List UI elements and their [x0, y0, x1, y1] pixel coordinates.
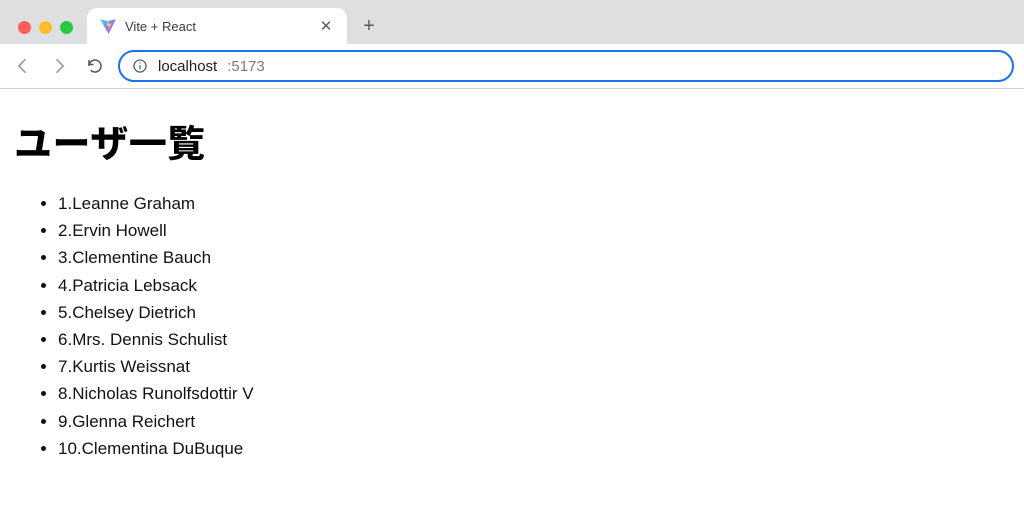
user-list: 1.Leanne Graham2.Ervin Howell3.Clementin…: [14, 190, 1010, 462]
nav-forward-button[interactable]: [46, 53, 72, 79]
user-id: 5: [58, 303, 67, 322]
user-id: 9: [58, 412, 67, 431]
browser-toolbar: localhost :5173: [0, 44, 1024, 88]
user-name: Mrs. Dennis Schulist: [72, 330, 227, 349]
user-id: 7: [58, 357, 67, 376]
user-name: Nicholas Runolfsdottir V: [72, 384, 253, 403]
user-name: Leanne Graham: [72, 194, 195, 213]
window-minimize-icon[interactable]: [39, 21, 52, 34]
vite-favicon-icon: [99, 17, 117, 35]
list-item: 9.Glenna Reichert: [58, 408, 1010, 435]
user-id: 3: [58, 248, 67, 267]
new-tab-button[interactable]: +: [355, 12, 383, 40]
list-item: 3.Clementine Bauch: [58, 244, 1010, 271]
window-traffic-lights: [10, 21, 79, 44]
list-item: 2.Ervin Howell: [58, 217, 1010, 244]
browser-chrome: Vite + React ✕ +: [0, 0, 1024, 89]
user-name: Chelsey Dietrich: [72, 303, 196, 322]
list-item: 4.Patricia Lebsack: [58, 272, 1010, 299]
list-item: 7.Kurtis Weissnat: [58, 353, 1010, 380]
address-port: :5173: [227, 58, 265, 75]
page-content: ユーザ一覧 1.Leanne Graham2.Ervin Howell3.Cle…: [0, 89, 1024, 482]
user-name: Glenna Reichert: [72, 412, 195, 431]
list-item: 8.Nicholas Runolfsdottir V: [58, 380, 1010, 407]
user-id: 2: [58, 221, 67, 240]
browser-tab-active[interactable]: Vite + React ✕: [87, 8, 347, 44]
list-item: 5.Chelsey Dietrich: [58, 299, 1010, 326]
user-name: Clementine Bauch: [72, 248, 211, 267]
user-name: Kurtis Weissnat: [72, 357, 190, 376]
user-id: 8: [58, 384, 67, 403]
address-bar[interactable]: localhost :5173: [118, 50, 1014, 82]
address-host: localhost: [158, 58, 217, 75]
window-close-icon[interactable]: [18, 21, 31, 34]
nav-reload-button[interactable]: [82, 53, 108, 79]
user-id: 1: [58, 194, 67, 213]
nav-back-button[interactable]: [10, 53, 36, 79]
list-item: 10.Clementina DuBuque: [58, 435, 1010, 462]
list-item: 6.Mrs. Dennis Schulist: [58, 326, 1010, 353]
user-name: Ervin Howell: [72, 221, 166, 240]
tab-strip: Vite + React ✕ +: [0, 0, 1024, 44]
user-id: 6: [58, 330, 67, 349]
user-name: Patricia Lebsack: [72, 276, 197, 295]
user-name: Clementina DuBuque: [82, 439, 244, 458]
window-zoom-icon[interactable]: [60, 21, 73, 34]
user-id: 10: [58, 439, 77, 458]
page-title: ユーザ一覧: [14, 113, 1010, 168]
tab-title: Vite + React: [125, 19, 309, 34]
list-item: 1.Leanne Graham: [58, 190, 1010, 217]
site-info-icon[interactable]: [132, 58, 148, 74]
tab-close-icon[interactable]: ✕: [317, 17, 335, 35]
user-id: 4: [58, 276, 67, 295]
